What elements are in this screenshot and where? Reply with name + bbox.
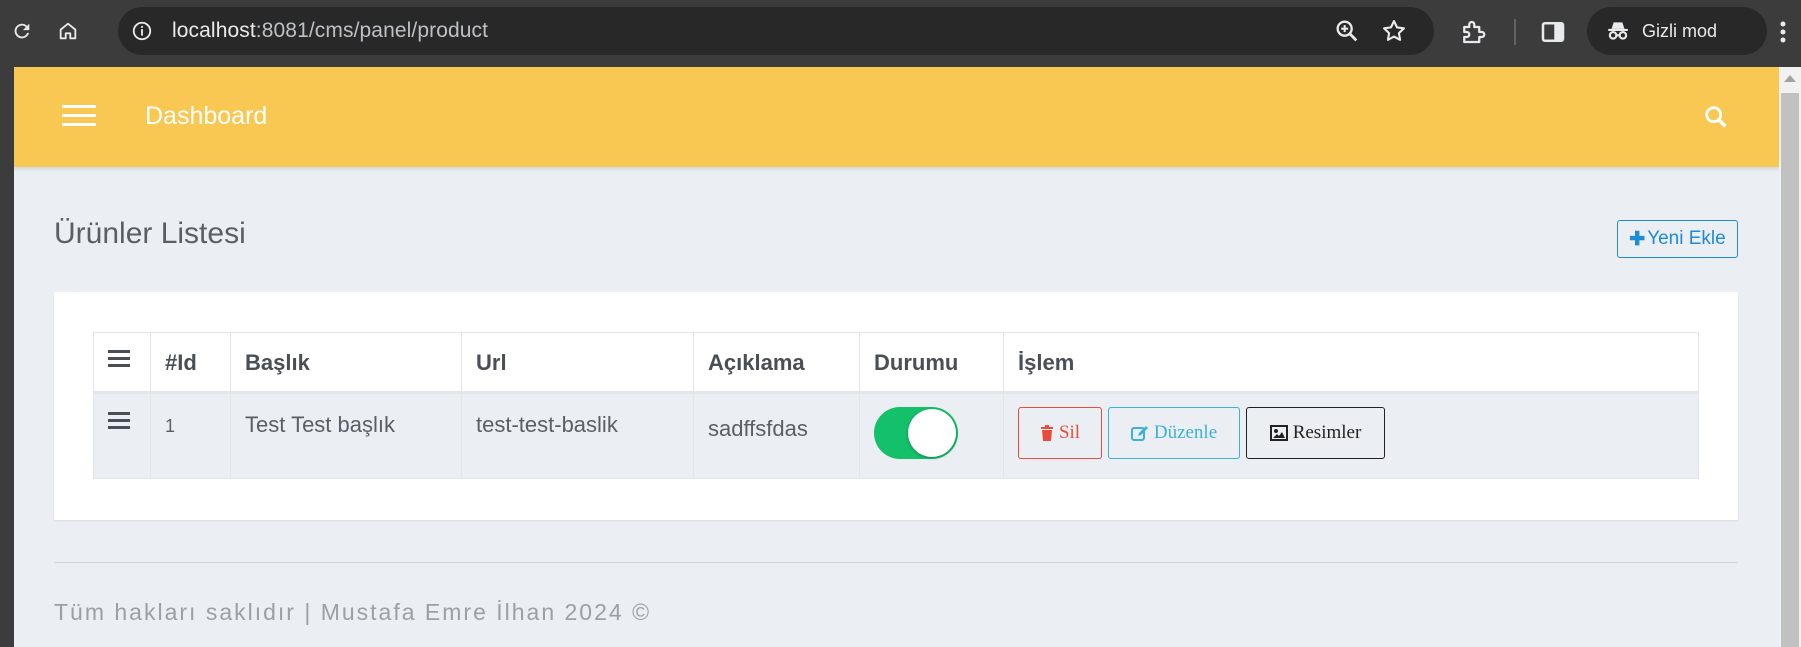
add-new-button[interactable]: ✚ Yeni Ekle (1617, 220, 1738, 258)
images-button[interactable]: Resimler (1246, 407, 1385, 459)
status-toggle[interactable] (874, 407, 958, 459)
header-actions: İşlem (1003, 332, 1699, 394)
trash-icon (1040, 425, 1053, 441)
scrollbar-thumb[interactable] (1781, 93, 1799, 647)
incognito-icon (1605, 18, 1631, 49)
header-drag-column (93, 332, 151, 394)
header-status: Durumu (859, 332, 1004, 394)
browser-toolbar: localhost:8081/cms/panel/product Gizli m… (0, 0, 1801, 67)
add-new-label: Yeni Ekle (1647, 228, 1726, 249)
header-description: Açıklama (693, 332, 860, 394)
row-actions: Sil Düzenle Resimler (1018, 407, 1684, 459)
delete-label: Sil (1058, 422, 1081, 443)
cell-status (859, 392, 1004, 479)
page-scrollbar[interactable] (1779, 67, 1801, 647)
plus-icon: ✚ (1629, 228, 1646, 250)
cell-url: test-test-baslik (461, 392, 694, 479)
scroll-up-icon[interactable] (1784, 75, 1796, 82)
bookmark-star-icon[interactable] (1380, 17, 1408, 45)
incognito-badge[interactable]: Gizli mod (1587, 7, 1767, 55)
page-viewport: Dashboard Ürünler Listesi ✚ Yeni Ekle #Id… (14, 67, 1779, 647)
brand-title[interactable]: Dashboard (145, 102, 267, 131)
drag-handle-icon (108, 350, 130, 368)
edit-label: Düzenle (1153, 422, 1218, 443)
url-path: :8081/cms/panel/product (255, 19, 489, 42)
incognito-label: Gizli mod (1642, 21, 1718, 41)
table-header-row: #Id Başlık Url Açıklama Durumu İşlem (93, 332, 1699, 394)
top-navbar: Dashboard (14, 67, 1779, 167)
cell-description: sadffsfdas (693, 392, 860, 479)
toggle-knob (908, 409, 956, 457)
footer-copyright: Tüm hakları saklıdır | Mustafa Emre İlha… (54, 599, 652, 625)
address-bar[interactable]: localhost:8081/cms/panel/product (118, 7, 1434, 55)
images-label: Resimler (1292, 422, 1362, 443)
extensions-icon[interactable] (1458, 17, 1488, 47)
delete-button[interactable]: Sil (1018, 407, 1102, 459)
url-host: localhost (172, 19, 256, 42)
cell-actions: Sil Düzenle Resimler (1003, 392, 1699, 479)
edit-button[interactable]: Düzenle (1108, 407, 1240, 459)
zoom-icon[interactable] (1333, 17, 1361, 45)
drag-handle-icon[interactable] (108, 412, 130, 430)
reload-icon[interactable] (4, 13, 40, 49)
row-drag-cell[interactable] (93, 392, 151, 479)
toolbar-divider (1514, 19, 1516, 45)
side-panel-icon[interactable] (1538, 17, 1568, 47)
cell-title: Test Test başlık (230, 392, 462, 479)
home-icon[interactable] (50, 13, 86, 49)
url-text[interactable]: localhost:8081/cms/panel/product (172, 19, 488, 43)
edit-icon (1130, 425, 1148, 441)
header-id: #Id (150, 332, 231, 394)
products-table: #Id Başlık Url Açıklama Durumu İşlem 1 T… (93, 332, 1699, 479)
hamburger-menu-icon[interactable] (62, 105, 96, 127)
menu-kebab-icon[interactable] (1776, 17, 1790, 47)
image-icon (1269, 425, 1288, 441)
page-title: Ürünler Listesi (54, 217, 246, 250)
footer-divider (54, 562, 1738, 563)
site-info-icon[interactable] (128, 17, 156, 45)
table-row: 1 Test Test başlık test-test-baslik sadf… (93, 392, 1699, 479)
cell-id: 1 (150, 392, 231, 479)
search-icon[interactable] (1702, 103, 1730, 131)
products-card: #Id Başlık Url Açıklama Durumu İşlem 1 T… (54, 292, 1738, 520)
header-url: Url (461, 332, 694, 394)
header-title: Başlık (230, 332, 462, 394)
